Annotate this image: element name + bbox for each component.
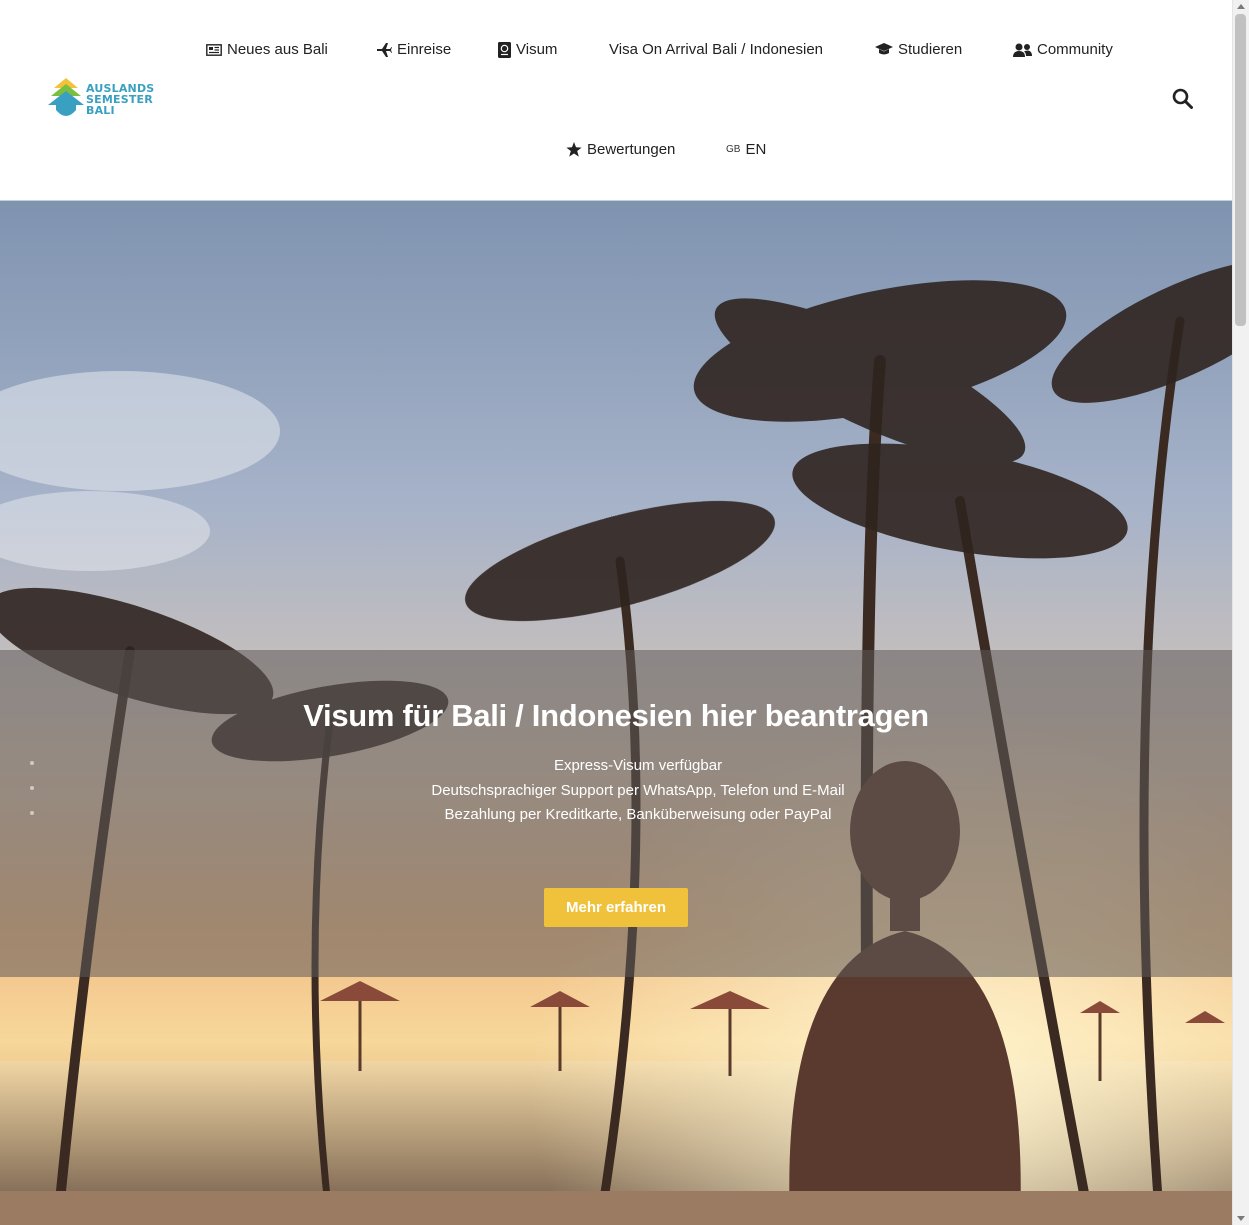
nav-label: Community — [1037, 41, 1113, 58]
hero-feature-line: Deutschsprachiger Support per WhatsApp, … — [431, 781, 845, 799]
scrollbar-thumb[interactable] — [1235, 14, 1246, 326]
site-logo[interactable]: AUSLANDS SEMESTER BALI — [48, 78, 168, 124]
users-icon — [1013, 43, 1032, 57]
passport-icon — [498, 41, 511, 58]
scroll-up-arrow-icon[interactable] — [1237, 4, 1245, 9]
tree-logo-icon — [48, 78, 84, 116]
hero-feature-list: Express-Visum verfügbar Deutschsprachige… — [0, 754, 1232, 828]
nav-label: Bewertungen — [587, 141, 676, 158]
nav-item-visum[interactable]: Visum — [498, 41, 557, 58]
nav-item-community[interactable]: Community — [1013, 41, 1113, 58]
plane-icon — [376, 42, 392, 58]
nav-label: Visa On Arrival Bali / Indonesien — [609, 41, 824, 58]
nav-label: Neues aus Bali — [227, 41, 328, 58]
nav-item-neues-aus-bali[interactable]: Neues aus Bali — [206, 41, 328, 58]
logo-line-3: BALI — [86, 104, 115, 117]
hero-section: Visum für Bali / Indonesien hier beantra… — [0, 201, 1232, 1225]
nav-item-language-en[interactable]: GB EN — [726, 141, 766, 158]
hero-title: Visum für Bali / Indonesien hier beantra… — [303, 698, 929, 733]
nav-item-einreise[interactable]: Einreise — [376, 41, 451, 58]
scroll-down-arrow-icon[interactable] — [1237, 1216, 1245, 1221]
nav-label: Studieren — [898, 41, 963, 58]
graduation-cap-icon — [875, 43, 893, 56]
hero-feature-line: Express-Visum verfügbar — [553, 757, 723, 774]
search-icon[interactable] — [1172, 88, 1193, 114]
nav-label: Visum — [516, 41, 558, 58]
nav-label: EN — [745, 141, 767, 158]
star-icon — [566, 142, 582, 157]
site-header: AUSLANDS SEMESTER BALI Neues aus Bali Ei… — [0, 0, 1232, 201]
nav-item-visa-on-arrival[interactable]: Visa On Arrival Bali / Indonesien — [609, 41, 823, 58]
gb-flag-icon: GB — [726, 144, 741, 155]
nav-label: Einreise — [397, 41, 452, 58]
page-scrollbar[interactable] — [1232, 0, 1249, 1225]
nav-item-bewertungen[interactable]: Bewertungen — [566, 141, 675, 158]
hero-feature-line: Bezahlung per Kreditkarte, Banküberweisu… — [444, 806, 832, 823]
newspaper-icon — [206, 43, 222, 56]
logo-text: AUSLANDS SEMESTER BALI — [86, 83, 154, 116]
nav-item-studieren[interactable]: Studieren — [875, 41, 962, 58]
mehr-erfahren-button[interactable]: Mehr erfahren — [544, 888, 688, 927]
